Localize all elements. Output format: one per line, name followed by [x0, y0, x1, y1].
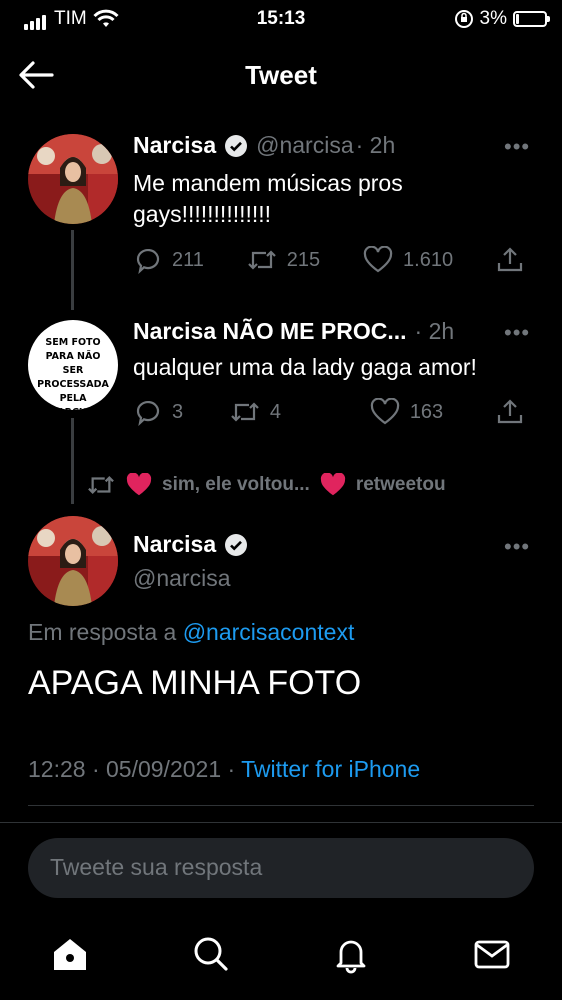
retweet-banner: sim, ele voltou... retweetou	[86, 472, 446, 498]
retweet-count: 4	[269, 400, 282, 423]
messages-icon[interactable]	[472, 934, 512, 974]
share-icon	[497, 247, 523, 272]
divider	[28, 805, 534, 806]
retweet-action-label: retweetou	[355, 474, 446, 495]
retweet-button[interactable]: 215	[247, 246, 320, 274]
like-count: 1.610	[403, 248, 454, 271]
more-options-icon[interactable]: •••	[504, 134, 530, 160]
tweet-header: Narcisa	[133, 531, 248, 558]
tweet-meta: 12:28 · 05/09/2021 · Twitter for iPhone	[28, 756, 420, 783]
display-name[interactable]: Narcisa NÃO ME PROC...	[133, 318, 407, 345]
heart-emoji-icon	[126, 473, 152, 496]
more-options-icon[interactable]: •••	[504, 320, 530, 346]
avatar-text: SEM FOTO PARA NÃO SER PROCESSADA PELA NA…	[37, 337, 109, 410]
tweet-actions: 211 215 1.610	[134, 246, 524, 274]
like-button[interactable]: 1.610	[363, 246, 453, 274]
tweet-age: · 2h	[355, 132, 396, 158]
reply-button[interactable]: 3	[134, 398, 183, 426]
retweet-icon	[231, 402, 259, 422]
verified-badge-icon	[225, 533, 248, 556]
tweet-header: Narcisa @narcisa · 2h	[133, 132, 395, 159]
share-icon	[497, 399, 523, 424]
tweet-source-link[interactable]: Twitter for iPhone	[241, 756, 420, 782]
thread-line	[71, 230, 74, 310]
retweet-count: 215	[286, 248, 321, 271]
heart-emoji-icon	[320, 473, 345, 496]
reply-count: 3	[172, 400, 184, 423]
handle: @narcisa	[256, 132, 354, 158]
reply-to-link[interactable]: @narcisacontext	[183, 619, 355, 645]
reply-icon	[136, 400, 160, 426]
display-name[interactable]: Narcisa	[133, 531, 216, 558]
orientation-lock-icon	[454, 10, 473, 28]
home-icon[interactable]	[50, 934, 90, 974]
share-button[interactable]	[496, 246, 524, 274]
divider	[0, 822, 562, 823]
verified-badge-icon	[225, 134, 248, 157]
like-count: 163	[409, 400, 444, 423]
retweet-icon	[88, 475, 114, 495]
tweet-text: qualquer uma da lady gaga amor!	[133, 354, 477, 380]
reply-context: Em resposta a @narcisacontext	[28, 619, 354, 646]
heart-icon	[370, 398, 399, 425]
reply-prefix: Em resposta a	[28, 619, 177, 645]
thread-line	[71, 418, 74, 504]
retweet-button[interactable]: 4	[230, 398, 281, 426]
status-bar: TIM 15:13 3%	[0, 0, 562, 38]
like-button[interactable]: 163	[370, 398, 443, 426]
retweet-icon	[248, 250, 276, 270]
battery-info: 3%	[454, 8, 550, 30]
reply-icon	[136, 248, 160, 274]
avatar[interactable]: SEM FOTO PARA NÃO SER PROCESSADA PELA NA…	[28, 320, 118, 410]
reply-count: 211	[172, 248, 204, 271]
heart-icon	[363, 246, 393, 273]
battery-percent: 3%	[479, 8, 507, 29]
battery-icon	[513, 11, 550, 27]
avatar[interactable]	[28, 134, 118, 224]
search-icon[interactable]	[190, 934, 230, 974]
tweet-text: Me mandem músicas pros gays!!!!!!!!!!!!!…	[133, 170, 403, 227]
reply-button[interactable]: 211	[134, 246, 204, 274]
notifications-icon[interactable]	[331, 934, 371, 974]
header: Tweet	[0, 48, 562, 102]
reply-input[interactable]: Tweete sua resposta	[28, 838, 534, 898]
handle: @narcisa	[133, 565, 231, 591]
main-tweet-text: APAGA MINHA FOTO	[28, 664, 362, 702]
tweet-timestamp: 12:28 · 05/09/2021 ·	[28, 756, 236, 782]
share-button[interactable]	[496, 398, 524, 426]
avatar[interactable]	[28, 516, 118, 606]
more-options-icon[interactable]: •••	[504, 534, 530, 560]
retweeter-name[interactable]: sim, ele voltou...	[162, 474, 310, 496]
tweet-header: Narcisa NÃO ME PROC... · 2h	[133, 318, 454, 345]
tweet-actions: 3 4 163	[134, 398, 524, 426]
display-name[interactable]: Narcisa	[133, 132, 216, 159]
tweet-age: · 2h	[414, 318, 455, 344]
page-title: Tweet	[245, 60, 317, 90]
bottom-nav	[0, 924, 562, 1000]
